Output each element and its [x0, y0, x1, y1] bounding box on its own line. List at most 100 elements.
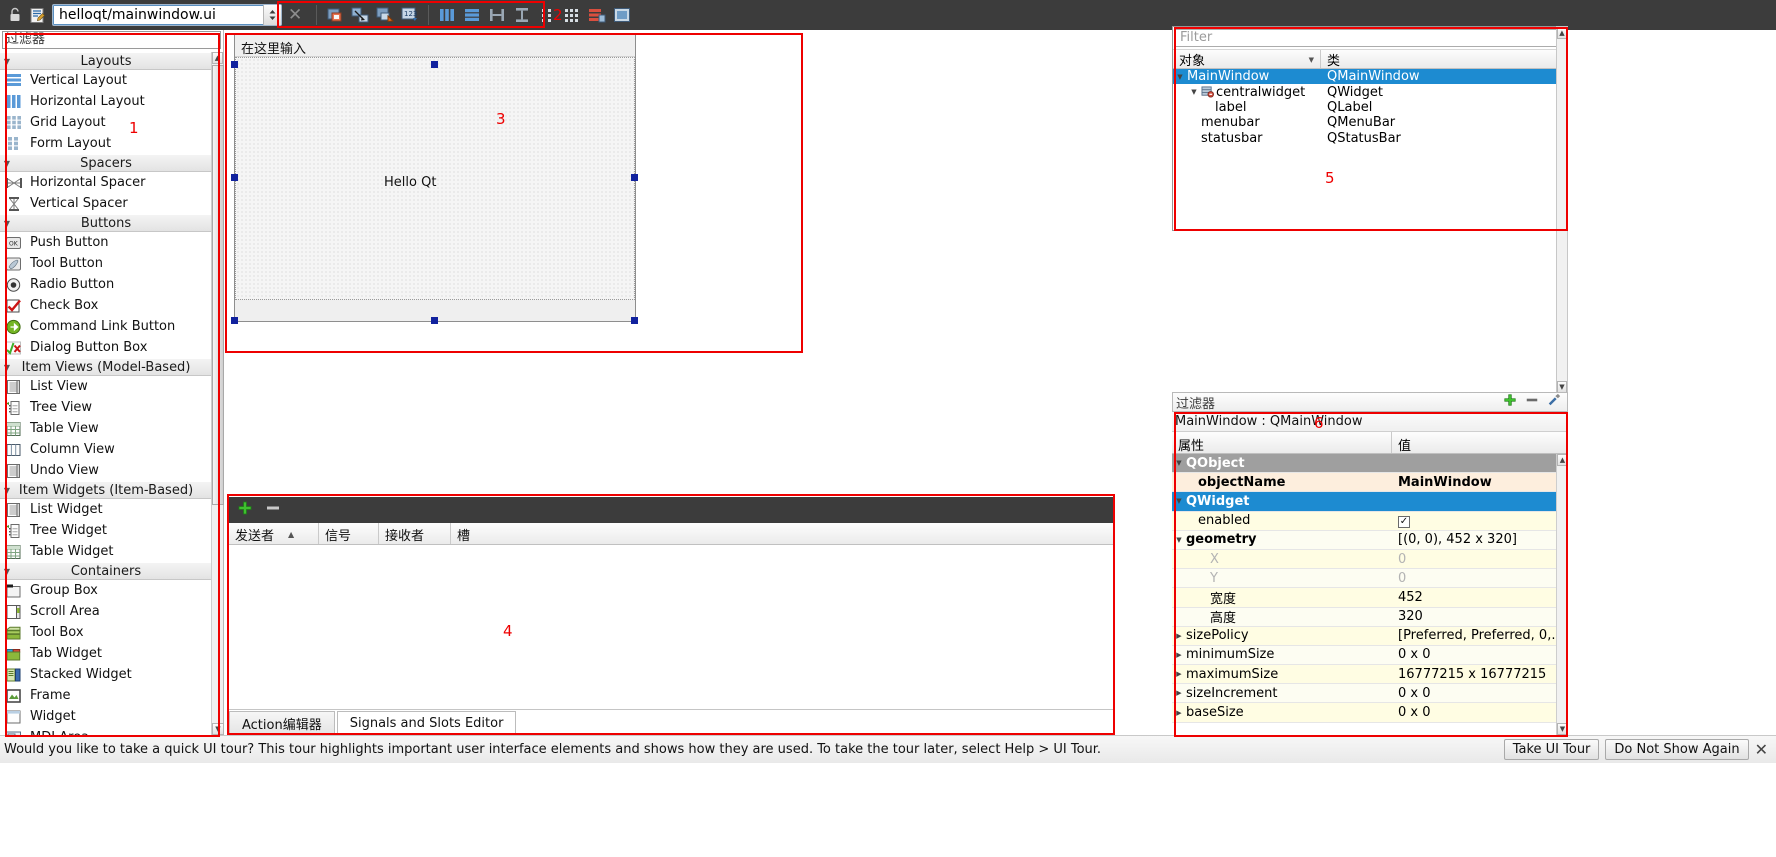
close-ui-file-icon[interactable]: ✕ — [288, 5, 302, 25]
scroll-up-icon[interactable]: ▲ — [1557, 454, 1568, 466]
chevron-down-icon[interactable]: ▼ — [1309, 56, 1314, 64]
scroll-thumb[interactable] — [212, 65, 224, 505]
widget-item-radio-button[interactable]: Radio Button — [0, 274, 212, 295]
close-icon[interactable]: ✕ — [1755, 740, 1768, 759]
property-value-cell[interactable]: MainWindow — [1392, 475, 1568, 490]
object-tree-row[interactable]: menubar QMenuBar — [1173, 115, 1567, 130]
expander-icon[interactable]: ▶ — [1172, 670, 1186, 678]
expander-icon[interactable]: ▼ — [1187, 88, 1201, 96]
layout-horizontally-icon[interactable] — [436, 4, 458, 26]
layout-in-splitter-horizontal-icon[interactable] — [486, 4, 508, 26]
expander-icon[interactable]: ▶ — [1172, 632, 1186, 640]
widget-item-horizontal-layout[interactable]: Horizontal Layout — [0, 91, 212, 112]
do-not-show-again-button[interactable]: Do Not Show Again — [1605, 739, 1749, 760]
scroll-down-icon[interactable]: ▼ — [212, 723, 224, 735]
chevron-down-icon[interactable]: ▼ — [0, 486, 14, 495]
property-row[interactable]: Y0 — [1172, 569, 1568, 589]
widget-item-tab-widget[interactable]: Tab Widget — [0, 643, 212, 664]
object-tree-row[interactable]: ▼ MainWindow QMainWindow — [1173, 69, 1567, 85]
resize-handle-middle-left[interactable] — [231, 174, 238, 181]
widget-item-tool-button[interactable]: Tool Button — [0, 253, 212, 274]
widget-box-scrollbar[interactable]: ▲ ▼ — [211, 52, 224, 735]
signals-slots-table-body[interactable] — [229, 545, 1115, 703]
property-editor-scrollbar[interactable]: ▲ ▼ — [1556, 454, 1568, 735]
column-slot[interactable]: 槽 — [451, 523, 1115, 544]
widget-item-list-widget[interactable]: List Widget — [0, 499, 212, 520]
property-row[interactable]: ▼ QWidget — [1172, 492, 1568, 512]
value-column-header[interactable]: 值 — [1392, 432, 1411, 454]
expander-icon[interactable]: ▶ — [1172, 689, 1186, 697]
property-value-cell[interactable]: 320 — [1392, 609, 1568, 624]
edit-widgets-icon[interactable] — [324, 4, 346, 26]
remove-connection-icon[interactable] — [265, 500, 281, 520]
ui-file-combobox[interactable]: helloqt/mainwindow.ui — [52, 4, 282, 26]
widget-box-filter-input[interactable]: 过滤器 — [2, 31, 221, 49]
widget-item-push-button[interactable]: OK Push Button — [0, 232, 212, 253]
object-inspector-scrollbar[interactable]: ▲ ▼ — [1556, 26, 1568, 394]
property-row[interactable]: ▶ maximumSize 16777215 x 16777215 — [1172, 665, 1568, 685]
property-row[interactable]: 高度 320 — [1172, 607, 1568, 627]
lock-icon[interactable] — [4, 4, 26, 26]
widget-item-check-box[interactable]: Check Box — [0, 295, 212, 316]
property-row[interactable]: ▶ sizeIncrement 0 x 0 — [1172, 684, 1568, 704]
object-inspector-filter-input[interactable]: Filter — [1175, 29, 1565, 47]
resize-handle-bottom-center[interactable] — [431, 317, 438, 324]
property-value-cell[interactable]: 0 — [1392, 552, 1568, 567]
widget-category-header[interactable]: ▼ Item Views (Model-Based) — [0, 358, 212, 376]
column-sender[interactable]: 发送者 ▲ — [229, 523, 319, 544]
chevron-down-icon[interactable]: ▼ — [0, 363, 14, 372]
edit-signals-slots-icon[interactable] — [349, 4, 371, 26]
property-row[interactable]: 宽度 452 — [1172, 588, 1568, 608]
chevron-down-icon[interactable]: ▼ — [0, 567, 14, 576]
expander-icon[interactable]: ▼ — [1172, 459, 1186, 467]
chevron-down-icon[interactable]: ▼ — [0, 57, 14, 66]
break-layout-icon[interactable] — [586, 4, 608, 26]
widget-item-dialog-button-box[interactable]: Dialog Button Box — [0, 337, 212, 358]
add-property-icon[interactable] — [1503, 393, 1517, 411]
form-menubar[interactable]: 在这里输入 — [235, 35, 635, 57]
add-connection-icon[interactable] — [237, 500, 253, 520]
property-row[interactable]: objectName MainWindow — [1172, 473, 1568, 493]
widget-item-command-link-button[interactable]: Command Link Button — [0, 316, 212, 337]
ui-file-icon[interactable] — [26, 4, 48, 26]
object-tree-row[interactable]: label QLabel — [1173, 100, 1567, 115]
widget-category-header[interactable]: ▼ Spacers — [0, 154, 212, 172]
layout-in-splitter-vertical-icon[interactable] — [511, 4, 533, 26]
enabled-checkbox[interactable]: ✓ — [1398, 515, 1410, 528]
property-value-cell[interactable]: [Preferred, Preferred, 0,... — [1392, 628, 1568, 643]
widget-item-form-layout[interactable]: Form Layout — [0, 133, 212, 154]
property-row[interactable]: ▶ minimumSize 0 x 0 — [1172, 645, 1568, 666]
property-value-cell[interactable]: 16777215 x 16777215 — [1392, 667, 1568, 682]
take-ui-tour-button[interactable]: Take UI Tour — [1503, 739, 1600, 760]
scroll-up-icon[interactable]: ▲ — [212, 52, 223, 64]
widget-item-table-widget[interactable]: Table Widget — [0, 541, 212, 562]
widget-item-scroll-area[interactable]: Scroll Area — [0, 601, 212, 622]
resize-handle-middle-right[interactable] — [631, 174, 638, 181]
chevron-down-icon[interactable]: ▼ — [0, 219, 14, 228]
expander-icon[interactable]: ▼ — [1173, 73, 1187, 81]
property-value-cell[interactable]: 0 x 0 — [1392, 705, 1568, 720]
object-tree-row[interactable]: ▼ centralwidget QWidget — [1173, 84, 1567, 100]
expander-icon[interactable]: ▶ — [1172, 651, 1186, 659]
resize-handle-top-left[interactable] — [231, 61, 238, 68]
property-value-cell[interactable]: ✓ — [1392, 513, 1568, 528]
widget-category-header[interactable]: ▼ Containers — [0, 562, 212, 580]
form-centralwidget[interactable]: Hello Qt — [235, 57, 635, 300]
tab-action-editor[interactable]: Action编辑器 — [229, 711, 335, 735]
property-column-header[interactable]: 属性 — [1172, 432, 1392, 454]
expander-icon[interactable]: ▼ — [1172, 536, 1186, 544]
resize-handle-bottom-right[interactable] — [631, 317, 638, 324]
widget-item-horizontal-spacer[interactable]: Horizontal Spacer — [0, 172, 212, 193]
widget-item-widget[interactable]: Widget — [0, 706, 212, 727]
resize-handle-bottom-left[interactable] — [231, 317, 238, 324]
property-value-cell[interactable]: 0 x 0 — [1392, 686, 1568, 701]
resize-handle-top-center[interactable] — [431, 61, 438, 68]
adjust-size-icon[interactable] — [611, 4, 633, 26]
object-column-header[interactable]: 对象 ▼ — [1173, 50, 1321, 69]
form-editor-area[interactable]: 在这里输入 Hello Qt — [225, 30, 1170, 500]
widget-item-stacked-widget[interactable]: Stacked Widget — [0, 664, 212, 685]
widget-category-header[interactable]: ▼ Buttons — [0, 214, 212, 232]
widget-item-mdi-area[interactable]: MDI Area — [0, 727, 212, 735]
scroll-down-icon[interactable]: ▼ — [1557, 723, 1568, 735]
property-row[interactable]: enabled ✓ — [1172, 511, 1568, 531]
